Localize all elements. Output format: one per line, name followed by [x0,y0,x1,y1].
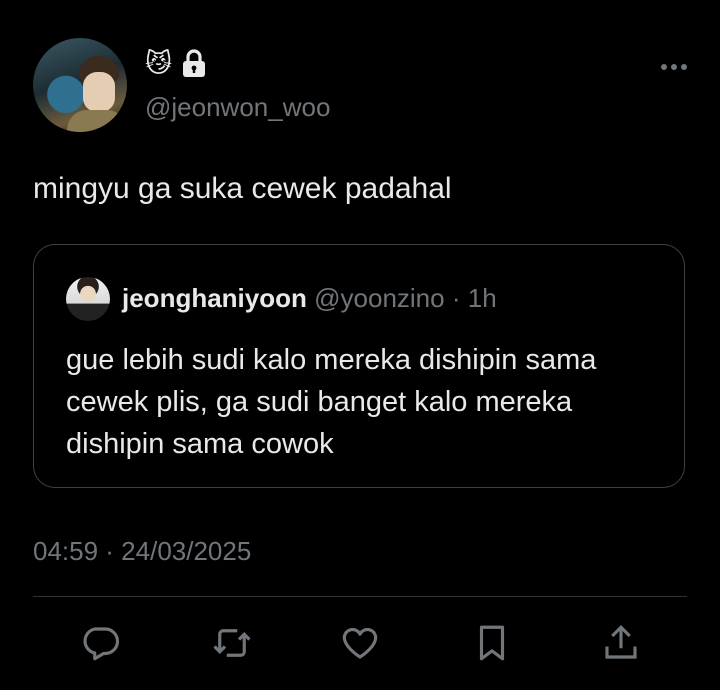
divider [33,596,687,597]
avatar-body [67,110,127,132]
quoted-text: gue lebih sudi kalo mereka dishipin sama… [66,344,597,460]
more-options-icon[interactable] [659,62,689,72]
like-icon [342,627,378,659]
like-button[interactable] [335,618,385,668]
bookmark-icon [479,625,505,661]
share-icon [605,625,637,659]
quoted-time: 1h [467,283,497,313]
quoted-author-handle[interactable]: @yoonzino [314,283,444,313]
bookmark-button[interactable] [467,618,517,668]
quoted-header: jeonghaniyoon @yoonzino · 1h [122,283,497,314]
tweet-text: mingyu ga suka cewek padahal [33,172,452,205]
reply-button[interactable] [75,618,125,668]
retweet-icon [213,629,251,657]
smirking-cat-icon: 😼 [145,48,173,78]
quoted-author-avatar[interactable] [66,277,110,321]
quoted-tweet[interactable]: jeonghaniyoon @yoonzino · 1h gue lebih s… [33,244,685,488]
reply-icon [83,627,120,661]
tweet-timestamp: 04:59 · 24/03/2025 [33,536,252,566]
share-button[interactable] [596,618,646,668]
lock-icon [183,49,206,77]
action-bar [0,618,720,668]
author-avatar[interactable] [33,38,127,132]
retweet-button[interactable] [207,618,257,668]
separator-dot: · [451,283,461,313]
avatar-face [83,72,115,112]
author-badges: 😼 [145,48,208,78]
author-handle[interactable]: @jeonwon_woo [145,92,330,123]
quoted-author-name[interactable]: jeonghaniyoon [122,283,307,313]
